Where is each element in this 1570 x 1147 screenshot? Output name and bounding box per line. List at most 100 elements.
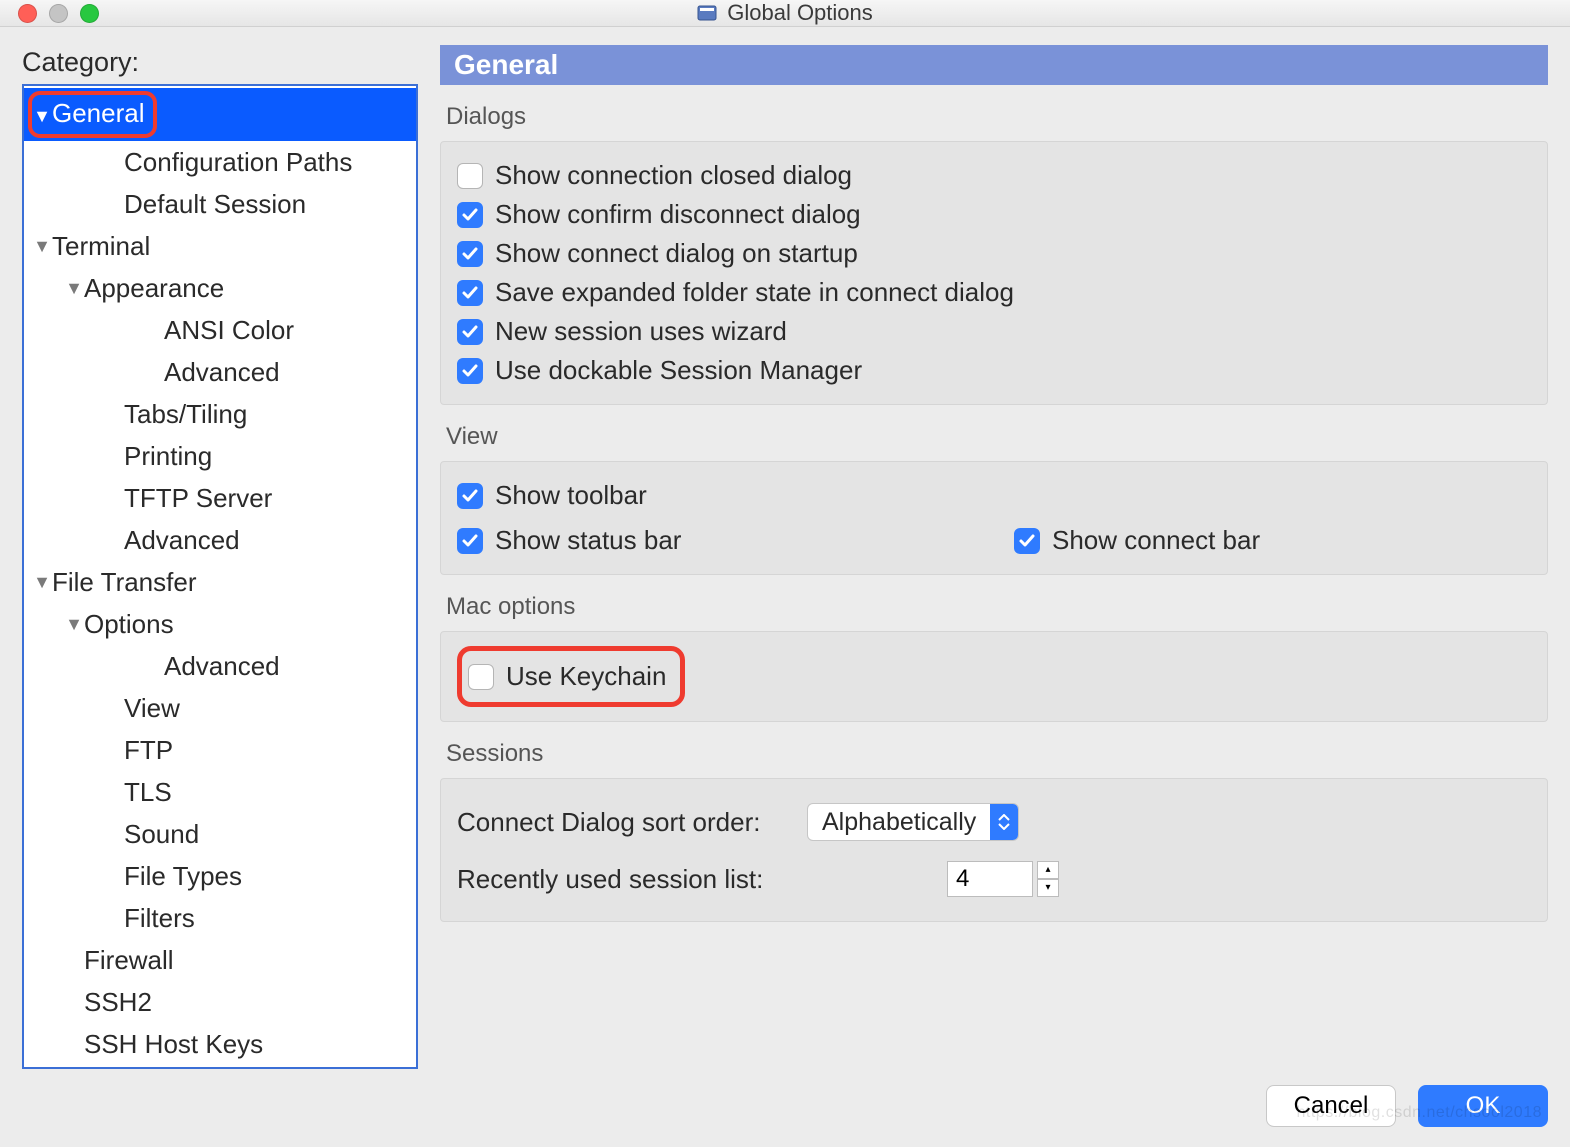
chevron-down-icon: ▼ — [64, 270, 84, 306]
group-mac: Use Keychain — [440, 631, 1548, 722]
group-mac-title: Mac options — [440, 583, 1548, 631]
tree-item[interactable]: File Types — [24, 855, 416, 897]
group-view: Show toolbar Show status bar Show connect … — [440, 461, 1548, 575]
tree-item[interactable]: FTP — [24, 729, 416, 771]
window-title: Global Options — [727, 0, 873, 26]
chevron-down-icon: ▼ — [64, 606, 84, 642]
tree-item[interactable]: Printing — [24, 435, 416, 477]
tree-item-label: TFTP Server — [124, 480, 272, 516]
tree-item-label: Tabs/Tiling — [124, 396, 247, 432]
tree-item-label: Terminal — [52, 228, 150, 264]
chevron-down-icon: ▼ — [32, 228, 52, 264]
recent-list-input[interactable] — [947, 861, 1033, 897]
checkbox-label: Use dockable Session Manager — [495, 355, 862, 386]
checkbox-row[interactable]: Use dockable Session Manager — [457, 351, 1531, 390]
chevron-down-icon: ▼ — [32, 564, 52, 600]
panel-header: General — [440, 45, 1548, 85]
tree-item-label: View — [124, 690, 180, 726]
checkbox[interactable] — [457, 280, 483, 306]
tree-item[interactable]: SSH2 — [24, 981, 416, 1023]
tree-item[interactable]: ▼General — [24, 88, 416, 141]
tree-item[interactable]: Filters — [24, 897, 416, 939]
group-dialogs-title: Dialogs — [440, 93, 1548, 141]
checkbox-row[interactable]: New session uses wizard — [457, 312, 1531, 351]
tree-item[interactable]: Configuration Paths — [24, 141, 416, 183]
tree-item[interactable]: ▼File Transfer — [24, 561, 416, 603]
tree-item-label: Configuration Paths — [124, 144, 352, 180]
watermark: https://blog.csdn.net/chsool2018 — [1297, 1104, 1543, 1122]
recent-list-label: Recently used session list: — [457, 864, 787, 895]
checkbox[interactable] — [457, 319, 483, 345]
tree-item[interactable]: ▼Appearance — [24, 267, 416, 309]
group-view-title: View — [440, 413, 1548, 461]
tree-item-label: Sound — [124, 816, 199, 852]
tree-item[interactable]: Advanced — [24, 645, 416, 687]
tree-item[interactable]: Firewall — [24, 939, 416, 981]
checkbox-row[interactable]: Show connection closed dialog — [457, 156, 1531, 195]
tree-item[interactable]: Advanced — [24, 519, 416, 561]
tree-item-label: SSH Host Keys — [84, 1026, 263, 1062]
tree-item-label: SSH2 — [84, 984, 152, 1020]
checkbox-row[interactable]: Show status bar — [457, 521, 974, 560]
tree-item[interactable]: SSH Host Keys — [24, 1023, 416, 1065]
category-label: Category: — [22, 45, 418, 84]
tree-item[interactable]: Sound — [24, 813, 416, 855]
tree-item[interactable]: TFTP Server — [24, 477, 416, 519]
window-close-button[interactable] — [18, 4, 37, 23]
tree-item-label: File Types — [124, 858, 242, 894]
checkbox-label: New session uses wizard — [495, 316, 787, 347]
checkbox-row[interactable]: Show toolbar — [457, 476, 974, 515]
tree-item[interactable]: ANSI Color — [24, 309, 416, 351]
tree-item-label: FTP — [124, 732, 173, 768]
checkbox-label: Show status bar — [495, 525, 681, 556]
checkbox[interactable] — [457, 241, 483, 267]
tree-item[interactable]: Tabs/Tiling — [24, 393, 416, 435]
checkbox-row[interactable]: Use Keychain — [468, 657, 666, 696]
checkbox-label: Use Keychain — [506, 661, 666, 692]
tree-item[interactable]: TLS — [24, 771, 416, 813]
sort-order-label: Connect Dialog sort order: — [457, 807, 787, 838]
checkbox[interactable] — [457, 202, 483, 228]
group-dialogs: Show connection closed dialog Show confir… — [440, 141, 1548, 405]
tree-item-label: Advanced — [124, 522, 240, 558]
checkbox-row[interactable]: Show confirm disconnect dialog — [457, 195, 1531, 234]
checkbox-row[interactable]: Show connect bar — [1014, 521, 1531, 560]
group-sessions: Connect Dialog sort order: Alphabeticall… — [440, 778, 1548, 922]
checkbox-label: Show toolbar — [495, 480, 647, 511]
checkbox-row[interactable]: Save expanded folder state in connect di… — [457, 273, 1531, 312]
tree-item-label: Printing — [124, 438, 212, 474]
category-tree[interactable]: ▼GeneralConfiguration PathsDefault Sessi… — [22, 84, 418, 1069]
select-arrows-icon — [990, 804, 1018, 840]
checkbox[interactable] — [1014, 528, 1040, 554]
group-sessions-title: Sessions — [440, 730, 1548, 778]
recent-stepper-up[interactable]: ▴ — [1037, 861, 1059, 879]
window-zoom-button[interactable] — [80, 4, 99, 23]
tree-item-label: TLS — [124, 774, 172, 810]
checkbox-row[interactable]: Show connect dialog on startup — [457, 234, 1531, 273]
tree-item-label: Advanced — [164, 648, 280, 684]
tree-item-label: Firewall — [84, 942, 174, 978]
checkbox-label: Show connect bar — [1052, 525, 1260, 556]
titlebar: Global Options — [0, 0, 1570, 27]
chevron-down-icon: ▼ — [32, 98, 52, 134]
tree-item-label: ANSI Color — [164, 312, 294, 348]
tree-item[interactable]: ▼Terminal — [24, 225, 416, 267]
checkbox[interactable] — [468, 664, 494, 690]
tree-item[interactable]: Default Session — [24, 183, 416, 225]
tree-item[interactable]: ▼Options — [24, 603, 416, 645]
checkbox-label: Save expanded folder state in connect di… — [495, 277, 1014, 308]
sort-order-select[interactable]: Alphabetically — [807, 803, 1019, 841]
checkbox[interactable] — [457, 358, 483, 384]
checkbox[interactable] — [457, 483, 483, 509]
tree-item[interactable]: Advanced — [24, 351, 416, 393]
tree-item-label: Advanced — [164, 354, 280, 390]
checkbox-label: Show connection closed dialog — [495, 160, 852, 191]
checkbox-label: Show connect dialog on startup — [495, 238, 858, 269]
checkbox[interactable] — [457, 528, 483, 554]
checkbox[interactable] — [457, 163, 483, 189]
tree-item-label: Options — [84, 606, 174, 642]
recent-stepper-down[interactable]: ▾ — [1037, 879, 1059, 897]
window-minimize-button[interactable] — [49, 4, 68, 23]
tree-item[interactable]: View — [24, 687, 416, 729]
checkbox-label: Show confirm disconnect dialog — [495, 199, 861, 230]
